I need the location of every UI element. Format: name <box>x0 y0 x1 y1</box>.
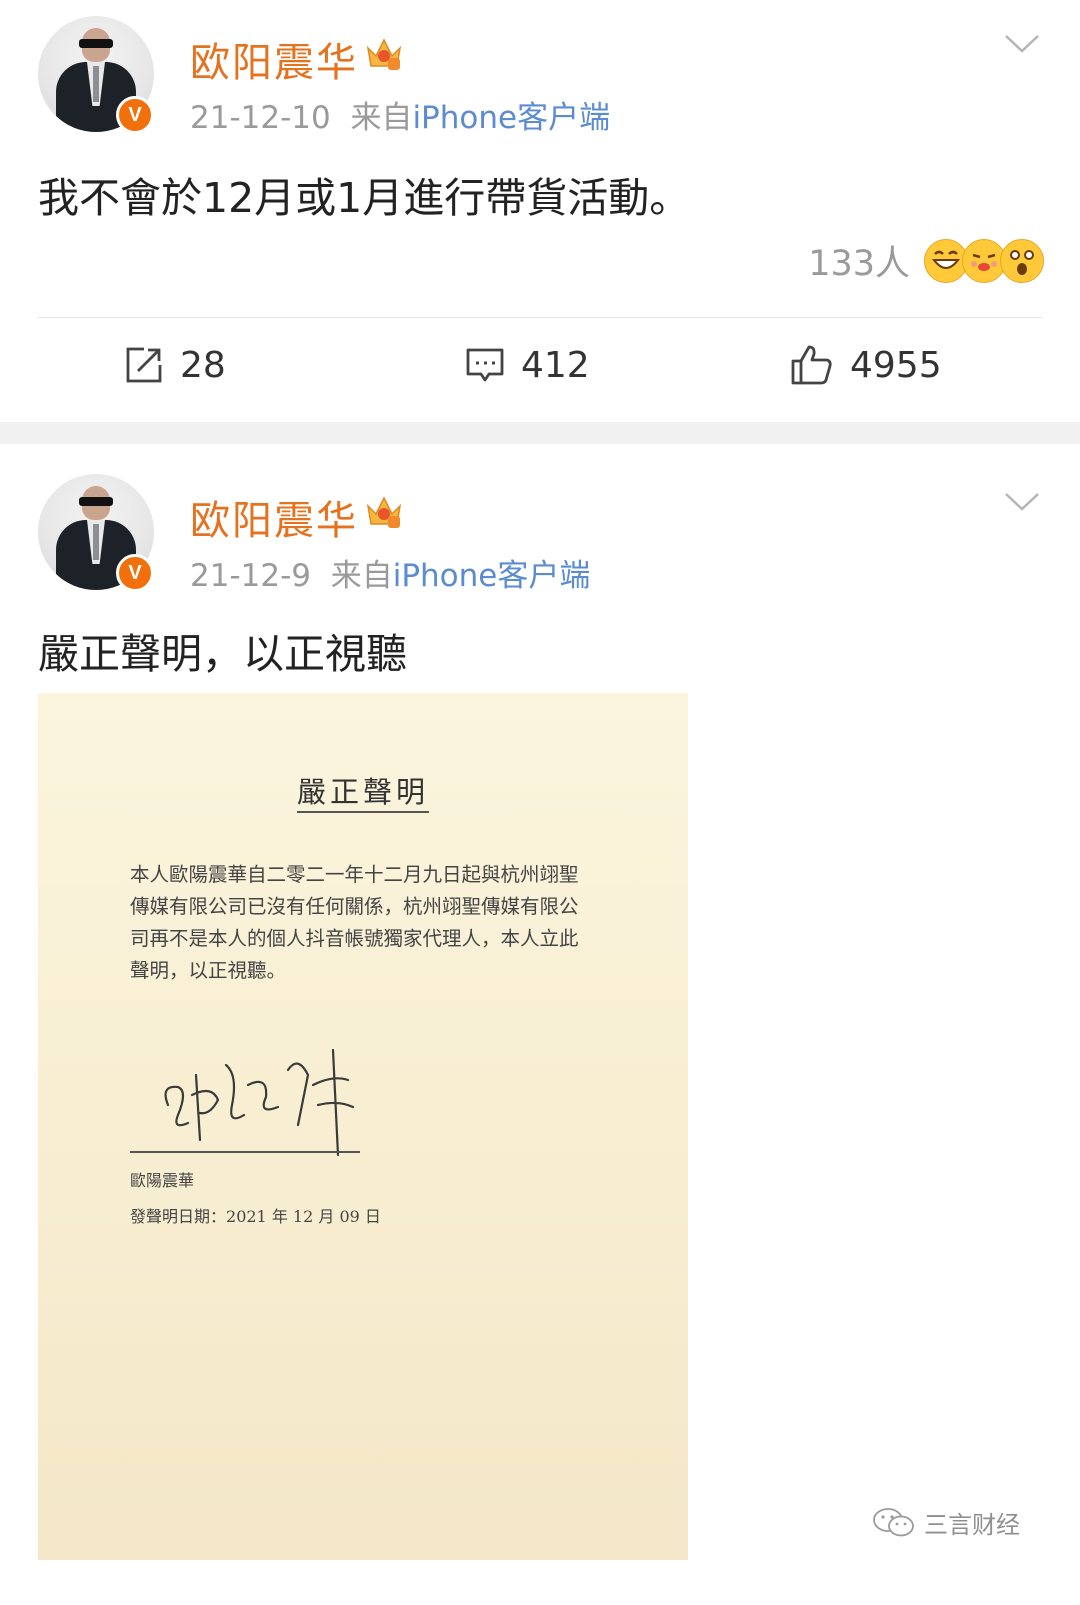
like-count: 4955 <box>850 344 942 386</box>
verified-badge: V <box>116 554 154 592</box>
watermark-text: 三言财经 <box>924 1511 1020 1539</box>
reaction-emojis <box>924 237 1044 283</box>
post-date: 21-12-9 <box>190 558 311 594</box>
source-prefix: 来自 <box>330 558 393 594</box>
source-link[interactable]: iPhone客户端 <box>412 100 610 136</box>
comment-icon <box>466 348 504 382</box>
repost-count: 28 <box>180 344 226 386</box>
source-link[interactable]: iPhone客户端 <box>393 558 591 594</box>
source-prefix: 来自 <box>350 100 413 136</box>
like-button[interactable]: 4955 <box>790 336 942 394</box>
weibo-post: V 欧阳震华 21-12-10 来自iPhone客户端 我不會於12月或1月進行… <box>0 0 1080 422</box>
signature-line <box>130 1151 360 1153</box>
thumbs-up-icon <box>791 345 832 385</box>
username[interactable]: 欧阳震华 <box>190 30 358 88</box>
statement-image[interactable]: 嚴正聲明 本人歐陽震華自二零二一年十二月九日起與杭州翊聖傳媒有限公司已沒有任何關… <box>38 693 688 1560</box>
comment-count: 412 <box>521 344 590 386</box>
post-separator <box>0 422 1080 444</box>
post-meta: 21-12-9 来自iPhone客户端 <box>190 550 590 595</box>
reaction-summary[interactable]: 133人 <box>808 234 1044 286</box>
post-meta: 21-12-10 来自iPhone客户端 <box>190 92 610 137</box>
repost-button[interactable]: 28 <box>124 336 226 394</box>
shocked-emoji-icon <box>1000 239 1044 283</box>
chevron-down-icon[interactable] <box>1002 32 1042 56</box>
divider <box>38 317 1042 318</box>
comment-button[interactable]: 412 <box>465 336 590 394</box>
crown-icon <box>366 496 402 528</box>
reaction-count: 133人 <box>808 243 910 284</box>
post-text: 嚴正聲明，以正視聽 <box>38 630 407 678</box>
verified-badge: V <box>116 96 154 134</box>
post-date: 21-12-10 <box>190 100 331 136</box>
crown-icon <box>366 38 402 70</box>
repost-icon <box>126 347 162 383</box>
chevron-down-icon[interactable] <box>1002 490 1042 514</box>
statement-body: 本人歐陽震華自二零二一年十二月九日起與杭州翊聖傳媒有限公司已沒有任何關係，杭州翊… <box>130 863 579 982</box>
username[interactable]: 欧阳震华 <box>190 488 358 546</box>
post-text: 我不會於12月或1月進行帶貨活動。 <box>38 174 691 222</box>
statement-date: 發聲明日期：2021 年 12 月 09 日 <box>130 1207 381 1226</box>
statement-title: 嚴正聲明 <box>38 769 688 813</box>
watermark: 三言财经 <box>872 1505 1020 1540</box>
statement-signatory: 歐陽震華 <box>130 1171 195 1190</box>
wechat-icon <box>873 1507 914 1536</box>
handwritten-signature <box>164 1048 355 1157</box>
